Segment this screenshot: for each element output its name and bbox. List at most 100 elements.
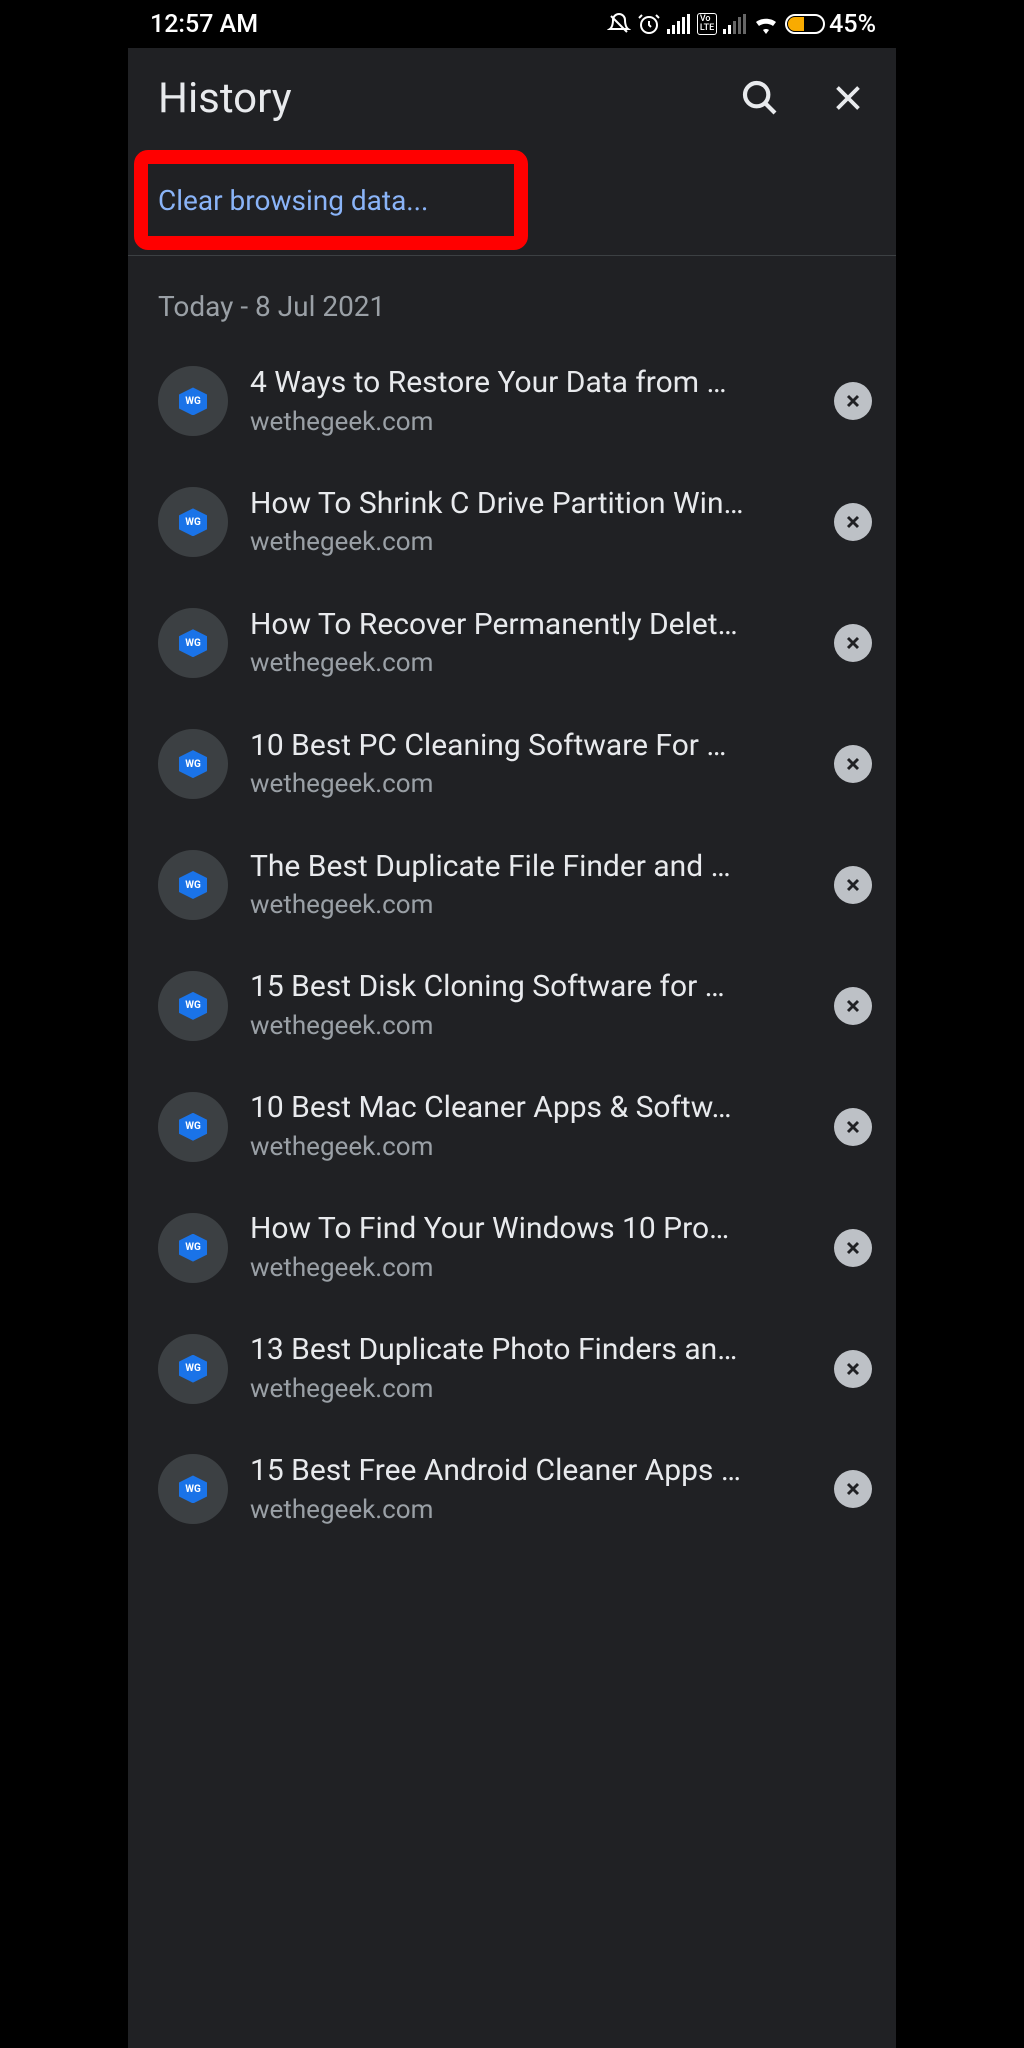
history-item-text: 15 Best Free Android Cleaner Apps … weth… [250, 1451, 812, 1528]
remove-icon [843, 512, 863, 532]
history-item-text: 4 Ways to Restore Your Data from … wethe… [250, 363, 812, 440]
history-item-text: How To Shrink C Drive Partition Win… wet… [250, 484, 812, 561]
history-item-domain: wethegeek.com [250, 524, 812, 560]
history-item-text: 10 Best PC Cleaning Software For … wethe… [250, 726, 812, 803]
favicon-badge: WG [179, 387, 207, 415]
remove-history-button[interactable] [834, 503, 872, 541]
history-item-domain: wethegeek.com [250, 1492, 812, 1528]
favicon: WG [158, 608, 228, 678]
history-item[interactable]: WG 13 Best Duplicate Photo Finders an… w… [128, 1308, 896, 1429]
history-item-title: How To Find Your Windows 10 Pro… [250, 1209, 812, 1250]
history-item-title: 15 Best Free Android Cleaner Apps … [250, 1451, 812, 1492]
favicon-badge: WG [179, 871, 207, 899]
remove-icon [843, 1117, 863, 1137]
history-item-text: How To Find Your Windows 10 Pro… wethege… [250, 1209, 812, 1286]
history-item-title: How To Recover Permanently Delet… [250, 605, 812, 646]
remove-icon [843, 1479, 863, 1499]
favicon: WG [158, 971, 228, 1041]
history-item[interactable]: WG 15 Best Free Android Cleaner Apps … w… [128, 1429, 896, 1550]
history-item-domain: wethegeek.com [250, 404, 812, 440]
history-item[interactable]: WG How To Recover Permanently Delet… wet… [128, 583, 896, 704]
remove-history-button[interactable] [834, 1108, 872, 1146]
close-icon [830, 80, 866, 116]
history-item-title: 4 Ways to Restore Your Data from … [250, 363, 812, 404]
close-button[interactable] [830, 80, 866, 116]
history-item-domain: wethegeek.com [250, 1008, 812, 1044]
favicon: WG [158, 1213, 228, 1283]
bell-off-icon [607, 12, 631, 36]
favicon-badge: WG [179, 1475, 207, 1503]
history-list: WG 4 Ways to Restore Your Data from … we… [128, 341, 896, 1550]
history-item-domain: wethegeek.com [250, 1250, 812, 1286]
remove-history-button[interactable] [834, 987, 872, 1025]
remove-icon [843, 633, 863, 653]
history-item-domain: wethegeek.com [250, 1371, 812, 1407]
remove-icon [843, 875, 863, 895]
history-item-title: The Best Duplicate File Finder and … [250, 847, 812, 888]
signal-dim-icon [723, 14, 747, 34]
favicon: WG [158, 1334, 228, 1404]
remove-history-button[interactable] [834, 866, 872, 904]
history-item[interactable]: WG 10 Best Mac Cleaner Apps & Softw… wet… [128, 1066, 896, 1187]
volte-icon: VoLTE [697, 13, 717, 35]
page-title: History [158, 74, 292, 123]
history-item-text: How To Recover Permanently Delet… wetheg… [250, 605, 812, 682]
favicon-badge: WG [179, 750, 207, 778]
remove-icon [843, 1359, 863, 1379]
favicon: WG [158, 729, 228, 799]
favicon: WG [158, 1092, 228, 1162]
history-item-text: 10 Best Mac Cleaner Apps & Softw… wetheg… [250, 1088, 812, 1165]
status-bar: 12:57 AM VoLTE 45% [128, 0, 896, 48]
favicon-badge: WG [179, 629, 207, 657]
history-item-title: How To Shrink C Drive Partition Win… [250, 484, 812, 525]
history-item-text: 15 Best Disk Cloning Software for … weth… [250, 967, 812, 1044]
remove-history-button[interactable] [834, 1350, 872, 1388]
history-item[interactable]: WG 4 Ways to Restore Your Data from … we… [128, 341, 896, 462]
remove-icon [843, 391, 863, 411]
signal-icon [667, 14, 691, 34]
history-item-domain: wethegeek.com [250, 766, 812, 802]
status-icons: VoLTE 45% [607, 10, 876, 39]
history-item[interactable]: WG 15 Best Disk Cloning Software for … w… [128, 945, 896, 1066]
favicon-badge: WG [179, 1113, 207, 1141]
search-button[interactable] [740, 78, 780, 118]
favicon: WG [158, 1454, 228, 1524]
annotation-highlight [134, 150, 528, 250]
history-item-domain: wethegeek.com [250, 1129, 812, 1165]
search-icon [740, 78, 780, 118]
history-item-text: 13 Best Duplicate Photo Finders an… weth… [250, 1330, 812, 1407]
favicon-badge: WG [179, 508, 207, 536]
favicon: WG [158, 487, 228, 557]
app-header: History [128, 48, 896, 148]
remove-history-button[interactable] [834, 1229, 872, 1267]
remove-history-button[interactable] [834, 745, 872, 783]
history-item-title: 15 Best Disk Cloning Software for … [250, 967, 812, 1008]
remove-history-button[interactable] [834, 1470, 872, 1508]
remove-history-button[interactable] [834, 624, 872, 662]
favicon: WG [158, 850, 228, 920]
remove-history-button[interactable] [834, 382, 872, 420]
favicon-badge: WG [179, 1234, 207, 1262]
remove-icon [843, 754, 863, 774]
battery-indicator: 45% [785, 10, 876, 39]
alarm-icon [637, 12, 661, 36]
battery-percent: 45% [829, 10, 876, 39]
favicon: WG [158, 366, 228, 436]
history-item-title: 13 Best Duplicate Photo Finders an… [250, 1330, 812, 1371]
wifi-icon [753, 14, 779, 34]
history-item[interactable]: WG The Best Duplicate File Finder and … … [128, 825, 896, 946]
clear-browsing-row[interactable]: Clear browsing data... [128, 148, 896, 256]
favicon-badge: WG [179, 1355, 207, 1383]
remove-icon [843, 996, 863, 1016]
history-item[interactable]: WG How To Find Your Windows 10 Pro… weth… [128, 1187, 896, 1308]
date-header: Today - 8 Jul 2021 [128, 290, 896, 341]
history-content: Today - 8 Jul 2021 WG 4 Ways to Restore … [128, 256, 896, 2048]
history-item-domain: wethegeek.com [250, 645, 812, 681]
favicon-badge: WG [179, 992, 207, 1020]
history-item[interactable]: WG How To Shrink C Drive Partition Win… … [128, 462, 896, 583]
status-time: 12:57 AM [150, 10, 258, 39]
history-item[interactable]: WG 10 Best PC Cleaning Software For … we… [128, 704, 896, 825]
remove-icon [843, 1238, 863, 1258]
history-item-domain: wethegeek.com [250, 887, 812, 923]
history-item-text: The Best Duplicate File Finder and … wet… [250, 847, 812, 924]
